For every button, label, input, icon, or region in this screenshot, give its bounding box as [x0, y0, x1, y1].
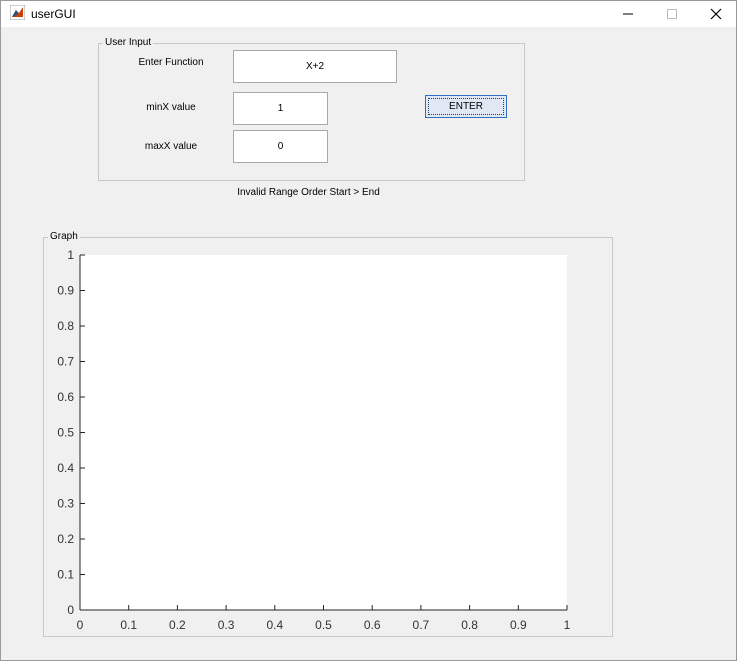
x-tick-label: 1 — [564, 618, 571, 632]
x-tick-label: 0.1 — [120, 618, 137, 632]
plot-area — [80, 255, 567, 610]
x-tick-label: 0.7 — [413, 618, 430, 632]
y-tick-label: 0.3 — [57, 497, 74, 511]
x-tick-label: 0.3 — [218, 618, 235, 632]
x-tick-label: 0.4 — [266, 618, 283, 632]
y-tick-label: 0.8 — [57, 319, 74, 333]
x-tick-label: 0.9 — [510, 618, 527, 632]
y-tick-label: 0 — [67, 603, 74, 617]
x-tick-label: 0.5 — [315, 618, 332, 632]
y-tick-label: 1 — [67, 248, 74, 262]
app-window: userGUI User Input Enter Function X+2 mi… — [0, 0, 737, 661]
x-tick-label: 0.8 — [461, 618, 478, 632]
x-tick-label: 0.2 — [169, 618, 186, 632]
y-tick-label: 0.5 — [57, 426, 74, 440]
graph-axes: 0 0.1 0.2 0.3 0.4 0.5 0.6 0.7 0.8 0.9 1 0 0.1 0.2 0.3 0… — [57, 248, 571, 632]
y-tick-label: 0.9 — [57, 284, 74, 298]
x-tick-label: 0 — [77, 618, 84, 632]
y-tick-label: 0.1 — [57, 568, 74, 582]
y-tick-label: 0.7 — [57, 355, 74, 369]
y-tick-label: 0.2 — [57, 532, 74, 546]
y-tick-label: 0.4 — [57, 461, 74, 475]
y-tick-label: 0.6 — [57, 390, 74, 404]
x-tick-label: 0.6 — [364, 618, 381, 632]
